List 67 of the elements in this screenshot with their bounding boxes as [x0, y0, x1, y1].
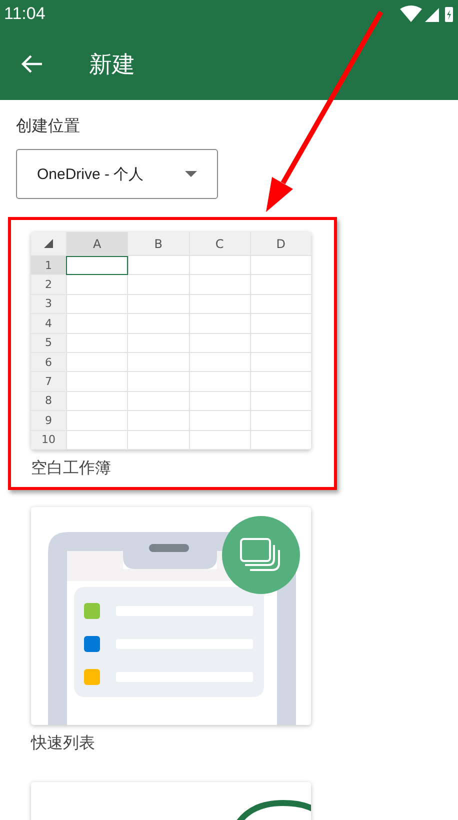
table-cell — [66, 275, 128, 295]
table-cell — [127, 275, 188, 295]
row-header: 8 — [31, 392, 66, 412]
table-cell — [66, 294, 128, 314]
row-header: 3 — [31, 294, 66, 314]
table-cell — [66, 314, 128, 334]
back-icon[interactable] — [21, 54, 43, 74]
table-cell — [66, 372, 128, 392]
table-cell — [189, 256, 250, 276]
column-header: C — [188, 232, 250, 256]
template-thumbnail[interactable] — [31, 782, 311, 820]
status-time: 11:04 — [4, 4, 46, 24]
caret-icon — [185, 171, 197, 177]
table-cell — [250, 372, 311, 392]
template-caption: 空白工作簿 — [31, 458, 112, 479]
table-cell — [188, 314, 250, 334]
table-cell — [250, 334, 311, 353]
quick-list-thumbnail[interactable] — [31, 507, 311, 725]
template-caption: 快速列表 — [31, 733, 96, 754]
table-cell — [127, 314, 188, 334]
row-header: 9 — [31, 411, 66, 431]
table-cell — [66, 352, 128, 372]
column-header: D — [250, 232, 311, 256]
table-cell — [250, 275, 311, 295]
table-cell — [188, 294, 250, 314]
table-cell — [250, 430, 311, 450]
table-cell — [66, 411, 128, 431]
table-cell — [188, 275, 250, 295]
row-header: 7 — [31, 372, 66, 392]
table-cell — [250, 294, 311, 314]
table-cell — [250, 411, 311, 431]
table-cell — [250, 392, 311, 412]
table-cell — [66, 334, 128, 353]
row-header: 6 — [31, 352, 66, 372]
table-cell — [250, 314, 311, 334]
table-cell — [66, 392, 128, 412]
table-cell — [127, 411, 188, 431]
row-header: 1 — [31, 256, 66, 276]
table-cell — [250, 352, 311, 372]
corner-icon — [44, 239, 53, 248]
table-cell — [127, 352, 188, 372]
table-cell — [66, 256, 128, 276]
page-title: 新建 — [89, 50, 135, 80]
table-cell — [128, 256, 189, 276]
table-cell — [127, 372, 188, 392]
location-label: 创建位置 — [16, 116, 81, 137]
blank-workbook-thumbnail[interactable]: A B C D 1 2 3 4 5 6 7 8 9 10 — [31, 232, 311, 450]
table-cell — [188, 334, 250, 353]
table-cell — [188, 392, 250, 412]
table-cell — [250, 256, 311, 276]
table-cell — [127, 392, 188, 412]
table-cell — [127, 294, 188, 314]
table-cell — [188, 411, 250, 431]
status-icons — [400, 5, 454, 23]
table-cell — [188, 372, 250, 392]
column-header: A — [66, 232, 128, 256]
table-cell — [188, 352, 250, 372]
table-cell — [188, 430, 250, 450]
row-header: 4 — [31, 314, 66, 334]
table-cell — [66, 430, 128, 450]
location-dropdown[interactable]: OneDrive - 个人 — [16, 149, 218, 199]
row-header: 2 — [31, 275, 66, 295]
table-cell — [127, 334, 188, 353]
column-header: B — [127, 232, 188, 256]
row-header: 10 — [31, 430, 66, 450]
row-header: 5 — [31, 334, 66, 353]
table-cell — [127, 430, 188, 450]
